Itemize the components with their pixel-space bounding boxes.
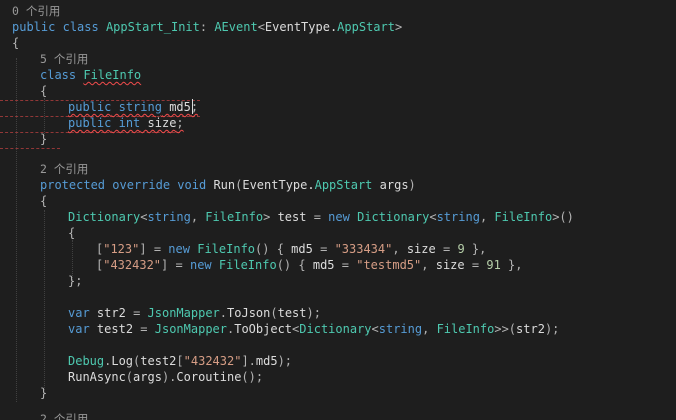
code-line: {	[12, 36, 20, 50]
code-editor[interactable]: 0 个引用 public class AppStart_Init: AEvent…	[0, 0, 676, 420]
code-line: }	[40, 132, 48, 146]
code-line: {	[40, 84, 48, 98]
code-line: class FileInfo	[40, 68, 142, 82]
code-line: Debug.Log(test2["432432"].md5);	[68, 354, 293, 368]
code-line: public string md5;	[68, 100, 199, 114]
code-lens-references[interactable]: 2 个引用	[40, 161, 88, 177]
code-line: {	[68, 226, 76, 240]
error-band	[0, 144, 60, 149]
code-line: Dictionary<string, FileInfo> test = new …	[68, 210, 574, 224]
code-line: ["432432"] = new FileInfo() { md5 = "tes…	[96, 258, 523, 272]
code-line: public int size;	[68, 116, 184, 130]
code-line: var str2 = JsonMapper.ToJson(test);	[68, 306, 321, 320]
code-line: {	[40, 194, 48, 208]
code-line: public class AppStart_Init: AEvent<Event…	[12, 20, 403, 34]
code-line: }	[40, 386, 48, 400]
indent-guide	[44, 210, 45, 390]
code-lens-references[interactable]: 0 个引用	[12, 3, 60, 19]
code-line: RunAsync(args).Coroutine();	[68, 370, 264, 384]
code-line: protected override void Run(EventType.Ap…	[40, 178, 416, 192]
indent-guide	[16, 58, 17, 402]
code-line: var test2 = JsonMapper.ToObject<Dictiona…	[68, 322, 560, 336]
code-lens-references[interactable]: 2 个引用	[40, 411, 88, 420]
code-line: };	[68, 274, 83, 288]
code-line: ["123"] = new FileInfo() { md5 = "333434…	[96, 242, 487, 256]
text-cursor	[192, 99, 193, 114]
code-lens-references[interactable]: 5 个引用	[40, 51, 88, 67]
